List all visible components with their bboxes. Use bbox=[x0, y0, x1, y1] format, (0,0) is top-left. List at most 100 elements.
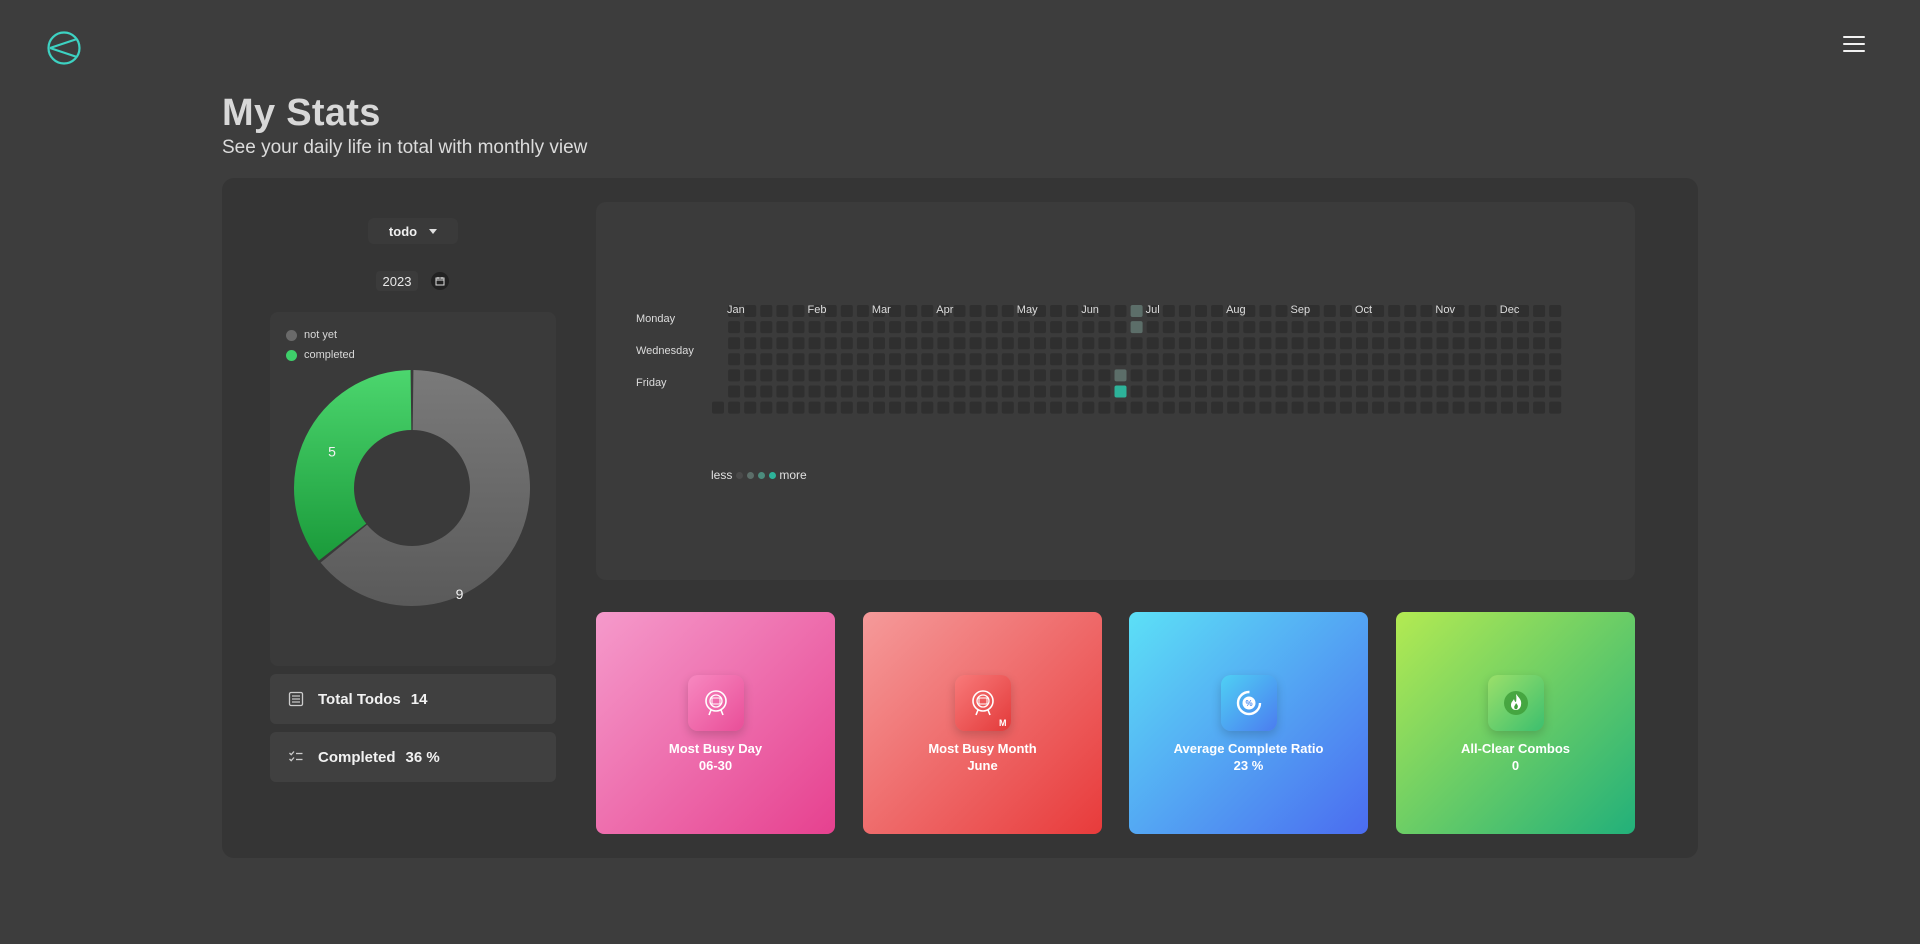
heatmap-cell[interactable] bbox=[1146, 337, 1159, 350]
heatmap-cell[interactable] bbox=[889, 369, 902, 382]
heatmap-cell[interactable] bbox=[1468, 369, 1481, 382]
heatmap-cell[interactable] bbox=[985, 337, 998, 350]
heatmap-cell[interactable] bbox=[760, 337, 773, 350]
heatmap-cell[interactable] bbox=[1178, 369, 1191, 382]
heatmap-cell[interactable] bbox=[1356, 353, 1368, 366]
heatmap-cell[interactable] bbox=[1114, 353, 1127, 366]
heatmap-cell[interactable] bbox=[1420, 369, 1433, 382]
card-all-clear-combos[interactable]: All-Clear Combos 0 bbox=[1396, 612, 1635, 834]
heatmap-cell[interactable] bbox=[1452, 321, 1465, 334]
heatmap-cell[interactable] bbox=[889, 401, 902, 414]
heatmap-cell[interactable] bbox=[1420, 353, 1433, 366]
heatmap-cell[interactable] bbox=[744, 385, 757, 398]
card-average-complete-ratio[interactable]: % Average Complete Ratio 23 % bbox=[1129, 612, 1368, 834]
heatmap-cell[interactable] bbox=[1098, 305, 1111, 317]
heatmap-cell[interactable] bbox=[792, 337, 805, 350]
heatmap-cell[interactable] bbox=[1388, 321, 1401, 334]
heatmap-cell[interactable] bbox=[1130, 305, 1143, 317]
heatmap-cell[interactable] bbox=[1017, 321, 1030, 334]
heatmap-cell[interactable] bbox=[1484, 305, 1497, 317]
hamburger-menu-icon[interactable] bbox=[1843, 36, 1865, 56]
heatmap-cell[interactable] bbox=[1388, 353, 1401, 366]
heatmap-cell[interactable] bbox=[985, 401, 998, 414]
brand-logo-icon[interactable] bbox=[46, 30, 82, 66]
heatmap-cell[interactable] bbox=[1275, 305, 1288, 317]
heatmap-cell[interactable] bbox=[1162, 353, 1175, 366]
heatmap-cell[interactable] bbox=[1468, 337, 1481, 350]
heatmap-cell[interactable] bbox=[1404, 385, 1417, 398]
heatmap-cell[interactable] bbox=[937, 353, 950, 366]
heatmap-cell[interactable] bbox=[1404, 337, 1417, 350]
heatmap-cell[interactable] bbox=[1436, 385, 1449, 398]
heatmap-cell[interactable] bbox=[1549, 353, 1562, 366]
heatmap-cell[interactable] bbox=[1484, 401, 1497, 414]
heatmap-cell[interactable] bbox=[1227, 321, 1240, 334]
heatmap-cell[interactable] bbox=[1436, 401, 1449, 414]
heatmap-cell[interactable] bbox=[1533, 337, 1546, 350]
heatmap-cell[interactable] bbox=[1082, 337, 1095, 350]
heatmap-cell[interactable] bbox=[1178, 321, 1191, 334]
heatmap-cell[interactable] bbox=[1050, 385, 1063, 398]
heatmap-cell[interactable] bbox=[1356, 369, 1368, 382]
heatmap-cell[interactable] bbox=[1034, 369, 1046, 382]
heatmap-cell[interactable] bbox=[1323, 369, 1336, 382]
heatmap-cell[interactable] bbox=[1404, 305, 1417, 317]
heatmap-cell[interactable] bbox=[1307, 321, 1320, 334]
heatmap-cell[interactable] bbox=[1259, 321, 1272, 334]
heatmap-cell[interactable] bbox=[1146, 321, 1159, 334]
heatmap-cell[interactable] bbox=[1034, 401, 1046, 414]
heatmap-cell[interactable] bbox=[1227, 353, 1240, 366]
heatmap-cell[interactable] bbox=[1500, 385, 1513, 398]
heatmap-cell[interactable] bbox=[728, 401, 741, 414]
heatmap-cell[interactable] bbox=[1533, 305, 1546, 317]
heatmap-cell[interactable] bbox=[776, 305, 789, 317]
heatmap-cell[interactable] bbox=[921, 305, 934, 317]
heatmap-cell[interactable] bbox=[1517, 337, 1529, 350]
heatmap-cell[interactable] bbox=[1243, 353, 1256, 366]
heatmap-cell[interactable] bbox=[744, 353, 757, 366]
heatmap-cell[interactable] bbox=[1227, 401, 1240, 414]
heatmap-cell[interactable] bbox=[856, 401, 869, 414]
heatmap-cell[interactable] bbox=[744, 369, 757, 382]
legend-completed[interactable]: completed bbox=[286, 349, 355, 361]
heatmap-cell[interactable] bbox=[937, 369, 950, 382]
heatmap-cell[interactable] bbox=[792, 305, 805, 317]
heatmap-cell[interactable] bbox=[1500, 353, 1513, 366]
heatmap-cell[interactable] bbox=[1162, 305, 1175, 317]
heatmap-cell[interactable] bbox=[937, 321, 950, 334]
heatmap-cell[interactable] bbox=[792, 353, 805, 366]
heatmap-cell[interactable] bbox=[1114, 369, 1127, 382]
heatmap-cell[interactable] bbox=[1517, 369, 1529, 382]
heatmap-cell[interactable] bbox=[873, 385, 885, 398]
heatmap-cell[interactable] bbox=[840, 337, 853, 350]
legend-not-yet[interactable]: not yet bbox=[286, 329, 337, 341]
heatmap-cell[interactable] bbox=[1114, 305, 1127, 317]
heatmap-cell[interactable] bbox=[1001, 353, 1014, 366]
heatmap-cell[interactable] bbox=[1243, 321, 1256, 334]
heatmap-cell[interactable] bbox=[760, 369, 773, 382]
heatmap-cell[interactable] bbox=[1162, 337, 1175, 350]
heatmap-cell[interactable] bbox=[1178, 353, 1191, 366]
heatmap-cell[interactable] bbox=[856, 305, 869, 317]
heatmap-cell[interactable] bbox=[808, 337, 821, 350]
heatmap-cell[interactable] bbox=[1436, 337, 1449, 350]
heatmap-cell[interactable] bbox=[1066, 369, 1079, 382]
heatmap-cell[interactable] bbox=[1259, 337, 1272, 350]
heatmap-cell[interactable] bbox=[969, 321, 982, 334]
heatmap-cell[interactable] bbox=[808, 401, 821, 414]
heatmap-cell[interactable] bbox=[1549, 369, 1562, 382]
heatmap-cell[interactable] bbox=[1533, 401, 1546, 414]
heatmap-cell[interactable] bbox=[1372, 305, 1385, 317]
heatmap-cell[interactable] bbox=[1162, 321, 1175, 334]
heatmap-cell[interactable] bbox=[1533, 369, 1546, 382]
heatmap-cell[interactable] bbox=[1468, 321, 1481, 334]
heatmap-cell[interactable] bbox=[1243, 385, 1256, 398]
heatmap-cell[interactable] bbox=[1259, 353, 1272, 366]
heatmap-cell[interactable] bbox=[1307, 369, 1320, 382]
heatmap-cell[interactable] bbox=[1017, 401, 1030, 414]
heatmap-cell[interactable] bbox=[1339, 401, 1352, 414]
heatmap-cell[interactable] bbox=[921, 353, 934, 366]
heatmap-cell[interactable] bbox=[905, 385, 918, 398]
calendar-icon[interactable] bbox=[431, 272, 449, 290]
heatmap-cell[interactable] bbox=[808, 369, 821, 382]
